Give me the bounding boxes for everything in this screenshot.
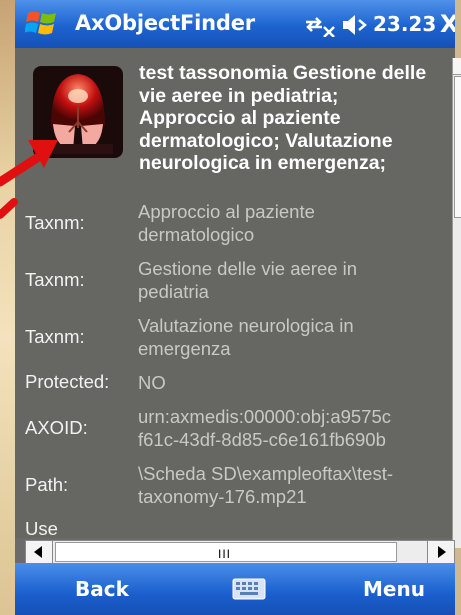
property-label: Use [25, 518, 58, 538]
menu-button[interactable]: Menu [363, 577, 425, 601]
connectivity-icon[interactable] [302, 13, 336, 37]
property-value: Gestione delle vie aeree in pediatria [138, 258, 358, 302]
property-value: urn:axmedis:00000:obj:a9575c f61c-43df-8… [138, 406, 392, 450]
property-value: Approccio al paziente dermatologico [138, 201, 315, 245]
title-bar: AxObjectFinder 23.23 X [15, 0, 455, 48]
softkey-bar: Back Menu [15, 563, 455, 615]
keyboard-icon[interactable] [232, 577, 266, 601]
object-details-panel: test tassonomia Gestione delle vie aeree… [15, 48, 455, 538]
property-label: Protected: [25, 371, 110, 392]
property-value: Valutazione neurologica in emergenza [138, 315, 354, 359]
windows-start-icon[interactable] [25, 8, 59, 40]
device-screen: AxObjectFinder 23.23 X test tassonomia G… [15, 0, 461, 615]
property-value: 0 [138, 534, 455, 538]
back-button[interactable]: Back [75, 577, 129, 601]
scroll-right-icon[interactable] [427, 541, 455, 563]
app-title: AxObjectFinder [75, 11, 255, 35]
property-value: NO [138, 372, 166, 393]
property-label: Taxnm: [25, 269, 85, 290]
scroll-left-icon[interactable] [25, 541, 53, 563]
horizontal-scroll-thumb[interactable]: III [55, 542, 397, 562]
vertical-scrollbar[interactable] [452, 58, 461, 548]
horizontal-scrollbar[interactable]: III [25, 540, 455, 564]
property-label: Path: [25, 474, 69, 495]
close-button[interactable]: X [440, 10, 455, 38]
clock-time[interactable]: 23.23 [373, 12, 436, 36]
property-label: AXOID: [25, 417, 88, 438]
volume-icon[interactable] [341, 12, 369, 38]
vertical-scroll-thumb[interactable] [454, 76, 461, 218]
property-label: Taxnm: [25, 326, 85, 347]
red-arrow-annotation [0, 140, 58, 219]
scroll-grip: III [218, 547, 232, 561]
scroll-up-icon[interactable] [453, 58, 461, 75]
property-value: \Scheda SD\exampleoftax\test- taxonomy-1… [138, 463, 394, 507]
object-title: test tassonomia Gestione delle vie aeree… [139, 62, 427, 174]
